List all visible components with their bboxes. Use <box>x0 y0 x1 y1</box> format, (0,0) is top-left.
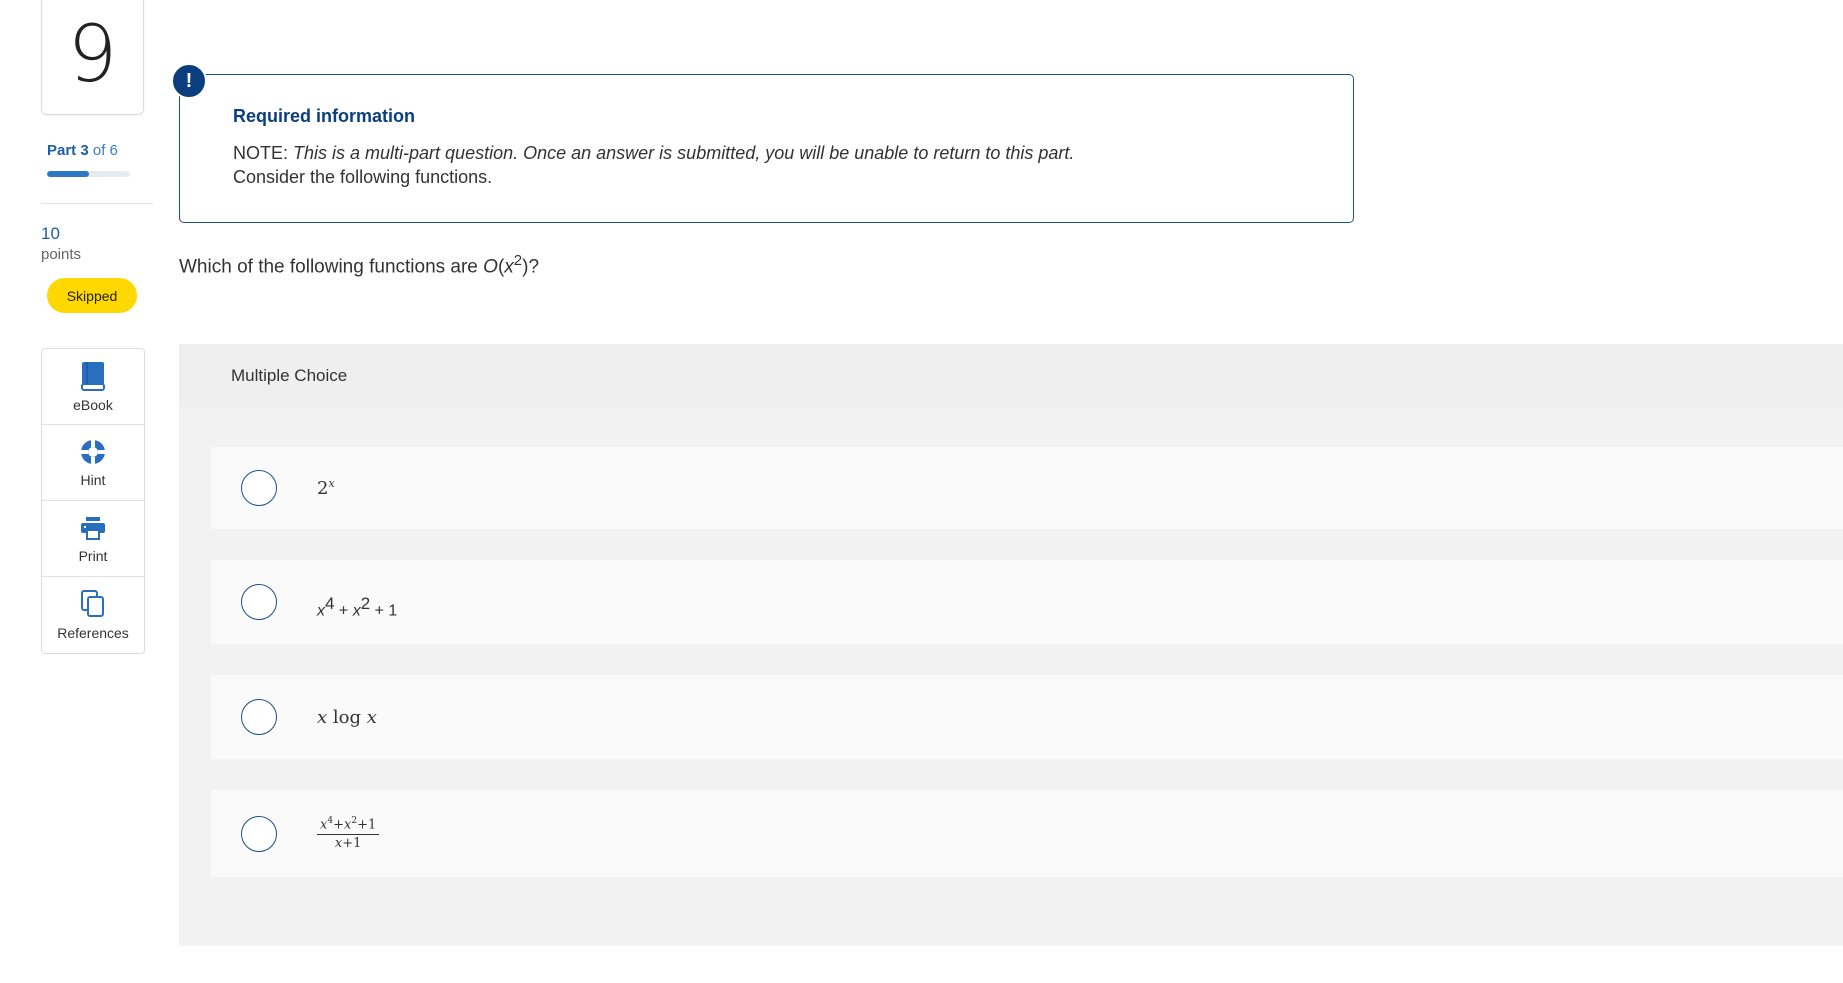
multiple-choice-panel: Multiple Choice 2x x4 + x2 + 1 x log x x… <box>179 344 1843 946</box>
prompt-close: )? <box>522 256 540 278</box>
choice4-num-mid: + <box>333 817 344 833</box>
note-text: This is a multi-part question. Once an a… <box>293 143 1075 163</box>
choice-option-1[interactable]: 2x <box>211 447 1843 529</box>
choice-option-2[interactable]: x4 + x2 + 1 <box>211 560 1843 644</box>
multiple-choice-header: Multiple Choice <box>179 344 1843 407</box>
choice1-exp: x <box>328 477 335 490</box>
choice-radio-3[interactable] <box>241 699 277 735</box>
note-prefix: NOTE: <box>233 143 294 163</box>
ebook-button[interactable]: eBook <box>42 349 144 425</box>
prompt-text: Which of the following functions are <box>179 256 484 278</box>
copy-documents-icon <box>81 590 104 617</box>
choice-label-2: x4 + x2 + 1 <box>317 594 397 620</box>
required-info-box: Required information NOTE: This is a mul… <box>179 74 1354 223</box>
choice-label-4: x4+x2+1 x+1 <box>317 816 380 851</box>
choice4-num-rest: +1 <box>357 817 377 833</box>
choice4-numerator: x4+x2+1 <box>317 816 380 835</box>
book-icon <box>81 361 105 391</box>
hint-label: Hint <box>80 471 106 488</box>
exclamation-icon: ! <box>171 63 207 99</box>
choice-label-3: x log x <box>317 707 377 728</box>
choice-label-1: 2x <box>317 477 335 499</box>
question-number-card: 9 <box>41 0 144 115</box>
tools-panel: eBook Hint Print References <box>41 348 145 654</box>
hint-button[interactable]: Hint <box>42 425 144 501</box>
choice3-log: log <box>327 706 367 728</box>
question-number: 9 <box>67 10 118 100</box>
lifebuoy-icon <box>81 439 105 464</box>
choice-radio-1[interactable] <box>241 470 277 506</box>
question-prompt: Which of the following functions are O(x… <box>179 252 539 278</box>
print-label: Print <box>78 547 108 564</box>
prompt-exp: 2 <box>513 252 523 269</box>
required-info-consider: Consider the following functions. <box>233 167 493 187</box>
choice3-a: x <box>317 706 328 728</box>
required-info-note: NOTE: This is a multi-part question. Onc… <box>233 143 1074 164</box>
choice4-den-rest: +1 <box>342 835 362 851</box>
choice2-rest: + 1 <box>370 602 398 620</box>
choice2-plus1: + <box>334 602 353 620</box>
choice4-fraction: x4+x2+1 x+1 <box>317 816 380 851</box>
prompt-var: x <box>504 256 514 278</box>
choice1-base: 2 <box>317 478 329 499</box>
choice-radio-2[interactable] <box>241 584 277 620</box>
rail-divider <box>41 203 153 204</box>
choice2-t2: x <box>352 602 361 620</box>
choice-option-3[interactable]: x log x <box>211 675 1843 759</box>
part-current: Part 3 <box>47 142 89 159</box>
part-indicator: Part 3 of 6 <box>47 142 118 159</box>
choice4-denominator: x+1 <box>335 835 362 851</box>
status-badge: Skipped <box>47 278 137 313</box>
ebook-label: eBook <box>73 396 113 413</box>
choice-option-4[interactable]: x4+x2+1 x+1 <box>211 790 1843 877</box>
references-label: References <box>57 625 129 641</box>
choice2-t1: x <box>317 602 325 620</box>
part-total: of 6 <box>88 142 118 159</box>
prompt-big-o: O <box>483 256 498 278</box>
printer-icon <box>81 516 105 540</box>
choice3-b: x <box>366 706 377 728</box>
references-button[interactable]: References <box>42 577 144 653</box>
print-button[interactable]: Print <box>42 501 144 577</box>
choice2-e2: 2 <box>360 593 371 613</box>
points-label: points <box>41 246 82 263</box>
choice-radio-4[interactable] <box>241 815 277 852</box>
points-value: 10 <box>41 224 60 243</box>
part-progress-fill <box>47 171 89 177</box>
part-progress-bar <box>47 171 130 177</box>
required-info-title: Required information <box>233 106 416 126</box>
